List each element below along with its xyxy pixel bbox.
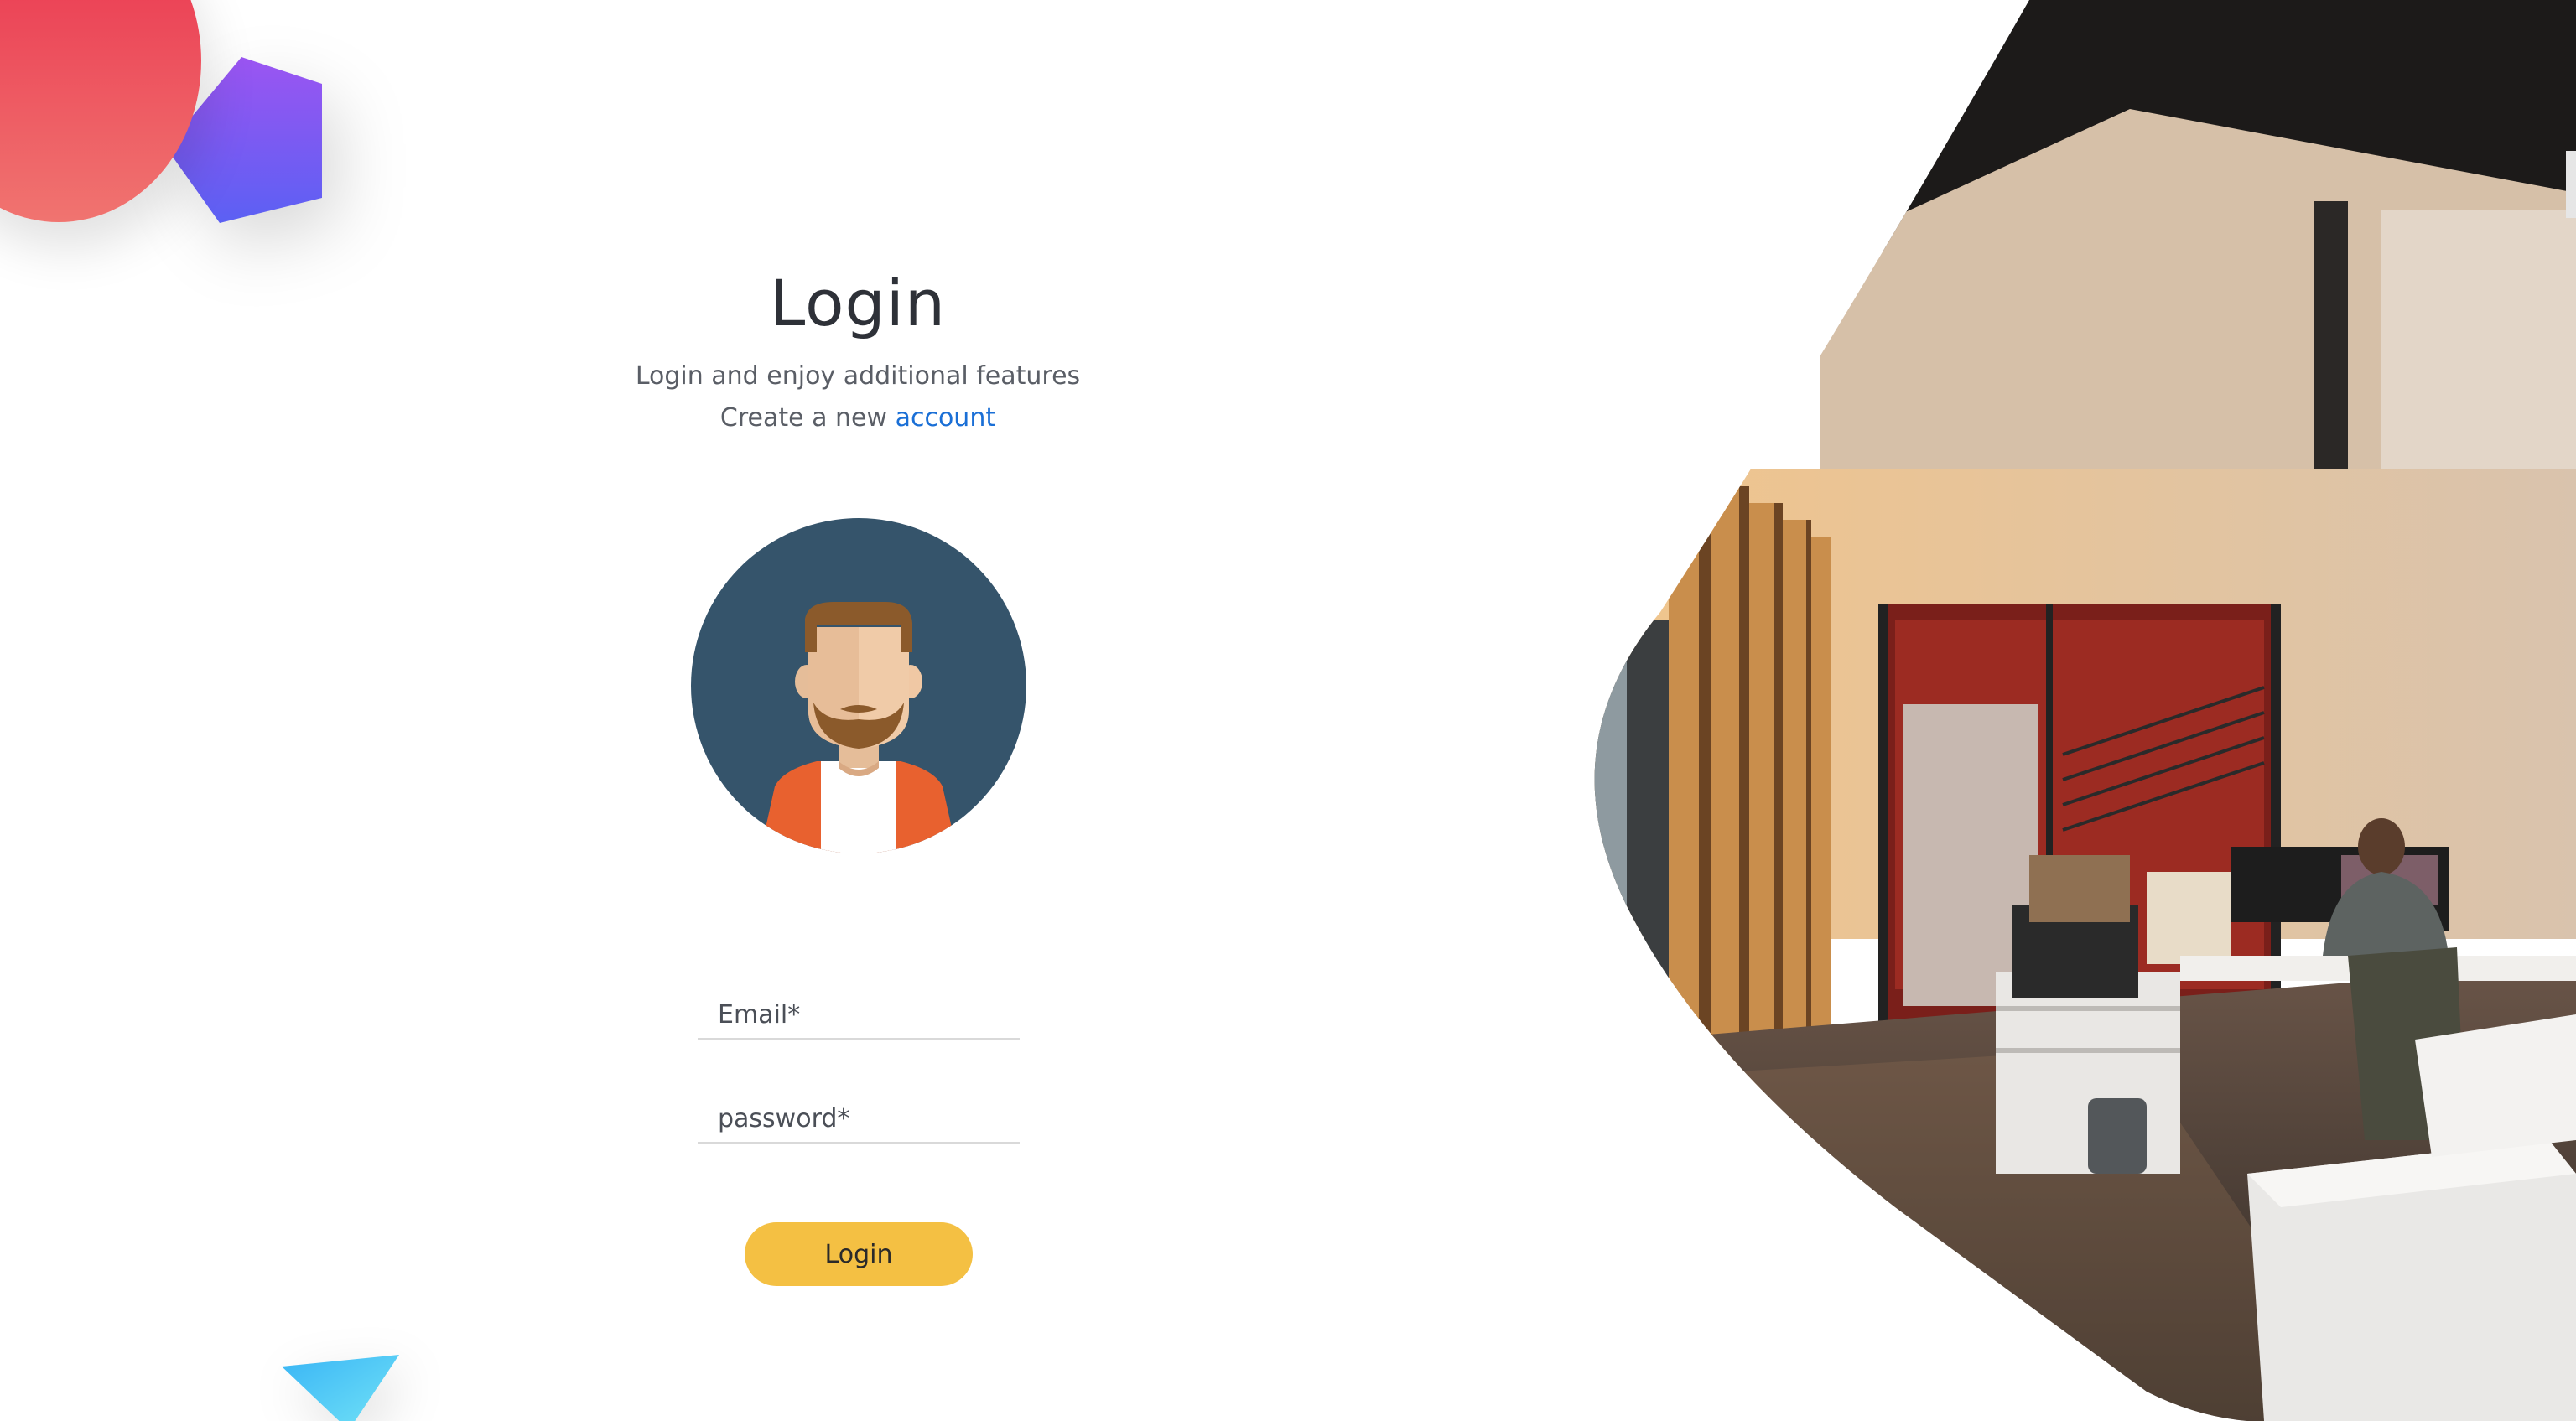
page-subtitle: Login and enjoy additional features bbox=[635, 361, 1081, 391]
decorative-cyan-triangle bbox=[282, 1355, 399, 1421]
login-header: Login Login and enjoy additional feature… bbox=[587, 252, 1129, 439]
email-input[interactable] bbox=[698, 972, 1020, 1038]
create-account-link[interactable]: account bbox=[896, 403, 996, 433]
office-photo bbox=[1594, 0, 2576, 1421]
password-field bbox=[698, 1076, 1020, 1144]
page-title: Login bbox=[769, 266, 947, 340]
password-input[interactable] bbox=[698, 1076, 1020, 1142]
login-page: Login Login and enjoy additional feature… bbox=[0, 0, 2576, 1421]
email-field bbox=[698, 972, 1020, 1040]
login-button[interactable]: Login bbox=[745, 1222, 973, 1286]
user-avatar-icon bbox=[691, 518, 1026, 853]
create-account-prefix: Create a new bbox=[719, 403, 896, 433]
create-account-line: Create a new account bbox=[587, 397, 1129, 439]
